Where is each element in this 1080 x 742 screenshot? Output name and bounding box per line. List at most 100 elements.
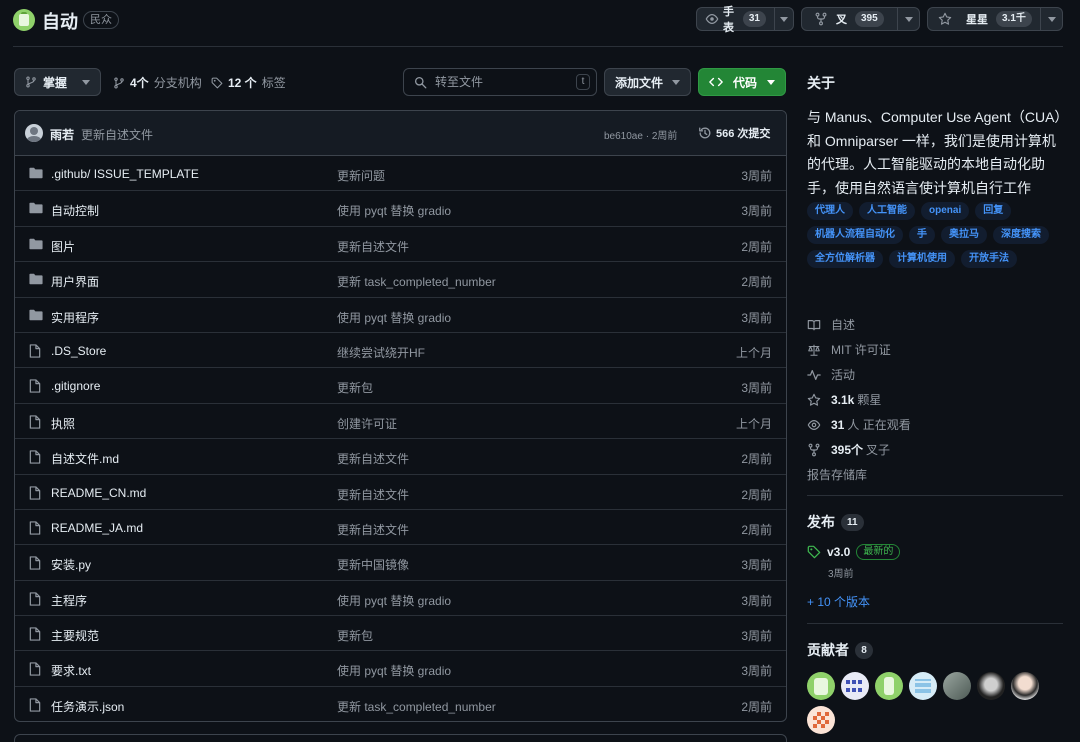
file-row[interactable]: README_CN.md 更新自述文件 2周前 [15, 475, 786, 510]
file-name[interactable]: 主程序 [51, 592, 87, 609]
file-row[interactable]: 主要规范 更新包 3周前 [15, 616, 786, 652]
file-row[interactable]: 自述文件.md 更新自述文件 2周前 [15, 439, 786, 475]
code-button[interactable]: 代码 [698, 68, 786, 96]
file-name[interactable]: 实用程序 [51, 309, 99, 326]
file-name[interactable]: 自动控制 [51, 202, 99, 219]
file-commit-message[interactable]: 更新自述文件 [337, 238, 409, 255]
watchers-link[interactable]: 31 人 正在观看 [807, 412, 911, 437]
file-row[interactable]: .gitignore 更新包 3周前 [15, 368, 786, 404]
file-row[interactable]: README_JA.md 更新自述文件 2周前 [15, 510, 786, 546]
contributors-heading[interactable]: 贡献者 8 [807, 640, 873, 660]
topic-tag[interactable]: 深度搜索 [993, 226, 1049, 244]
fork-dropdown[interactable] [897, 8, 919, 30]
topic-tag[interactable]: 手 [909, 226, 935, 244]
topic-tag[interactable]: 开放手法 [961, 250, 1017, 268]
contributor-avatar[interactable] [977, 672, 1005, 700]
commit-author-avatar[interactable] [25, 124, 43, 142]
directory-row[interactable]: .github/ ISSUE_TEMPLATE 更新问题 3周前 [15, 156, 786, 192]
watch-dropdown[interactable] [773, 8, 793, 30]
file-commit-message[interactable]: 更新 task_completed_number [337, 698, 496, 715]
directory-row[interactable]: 用户界面 更新 task_completed_number 2周前 [15, 262, 786, 298]
star-dropdown[interactable] [1040, 8, 1062, 30]
file-commit-message[interactable]: 更新问题 [337, 167, 385, 184]
file-commit-message[interactable]: 更新包 [337, 627, 373, 644]
file-name[interactable]: 用户界面 [51, 273, 99, 290]
commit-message[interactable]: 更新自述文件 [81, 126, 153, 143]
topic-tag[interactable]: 回复 [975, 202, 1012, 220]
report-repository-link[interactable]: 报告存储库 [807, 462, 911, 487]
branch-selector[interactable]: 掌握 [14, 68, 101, 96]
license-link[interactable]: MIT 许可证 [807, 337, 911, 362]
readme-link[interactable]: 自述 [807, 312, 911, 337]
file-commit-message[interactable]: 更新中国镜像 [337, 556, 409, 573]
file-commit-message[interactable]: 使用 pyqt 替换 gradio [337, 309, 451, 326]
file-name[interactable]: 图片 [51, 238, 75, 255]
topic-tag[interactable]: 人工智能 [859, 202, 915, 220]
goto-file-search[interactable]: t [403, 68, 597, 96]
repo-name[interactable]: 自动 [42, 8, 78, 34]
commit-hash-time[interactable]: be610ae · 2周前 [604, 127, 677, 142]
topic-tag[interactable]: 代理人 [807, 202, 853, 220]
commit-author[interactable]: 雨若 [50, 126, 74, 143]
file-commit-message[interactable]: 使用 pyqt 替换 gradio [337, 202, 451, 219]
add-file-button[interactable]: 添加文件 [604, 68, 691, 96]
latest-release[interactable]: v3.0 最新的 [807, 544, 901, 560]
file-name[interactable]: 安装.py [51, 556, 91, 573]
file-name[interactable]: 要求.txt [51, 662, 91, 679]
file-row[interactable]: .DS_Store 继续尝试绕开HF 上个月 [15, 333, 786, 369]
fork-button[interactable]: 叉 395 [801, 7, 920, 31]
repo-owner-avatar[interactable] [13, 9, 35, 31]
goto-file-input[interactable] [435, 75, 568, 89]
directory-row[interactable]: 图片 更新自述文件 2周前 [15, 227, 786, 263]
file-commit-message[interactable]: 使用 pyqt 替换 gradio [337, 662, 451, 679]
file-name[interactable]: 执照 [51, 415, 75, 432]
topic-tag[interactable]: 全方位解析器 [807, 250, 883, 268]
contributor-avatar[interactable] [909, 672, 937, 700]
directory-row[interactable]: 自动控制 使用 pyqt 替换 gradio 3周前 [15, 191, 786, 227]
topic-tag[interactable]: openai [921, 202, 970, 220]
file-commit-message[interactable]: 更新自述文件 [337, 521, 409, 538]
caret-down-icon [1047, 16, 1056, 22]
commit-history-link[interactable]: 566 次提交 [698, 125, 770, 141]
watch-button[interactable]: 手表 31 [696, 6, 794, 34]
contributor-avatar[interactable] [841, 672, 869, 700]
file-name[interactable]: .github/ ISSUE_TEMPLATE [51, 167, 199, 181]
file-name[interactable]: 任务演示.json [51, 698, 124, 715]
file-row[interactable]: 执照 创建许可证 上个月 [15, 404, 786, 440]
contributor-avatar[interactable] [807, 706, 835, 734]
file-commit-message[interactable]: 更新包 [337, 379, 373, 396]
file-commit-message[interactable]: 使用 pyqt 替换 gradio [337, 592, 451, 609]
contributor-avatar[interactable] [943, 672, 971, 700]
contributor-avatar[interactable] [1011, 672, 1039, 700]
topic-tag[interactable]: 计算机使用 [889, 250, 955, 268]
file-row[interactable]: 主程序 使用 pyqt 替换 gradio 3周前 [15, 581, 786, 617]
file-name[interactable]: .DS_Store [51, 344, 106, 358]
activity-link[interactable]: 活动 [807, 362, 911, 387]
file-commit-message[interactable]: 继续尝试绕开HF [337, 344, 425, 361]
file-name[interactable]: README_CN.md [51, 486, 146, 500]
file-name[interactable]: README_JA.md [51, 521, 143, 535]
file-commit-message[interactable]: 更新自述文件 [337, 450, 409, 467]
file-row[interactable]: 安装.py 更新中国镜像 3周前 [15, 545, 786, 581]
directory-row[interactable]: 实用程序 使用 pyqt 替换 gradio 3周前 [15, 298, 786, 333]
file-commit-message[interactable]: 更新自述文件 [337, 486, 409, 503]
file-row[interactable]: 要求.txt 使用 pyqt 替换 gradio 3周前 [15, 651, 786, 687]
file-name[interactable]: 自述文件.md [51, 450, 119, 467]
more-releases-link[interactable]: + 10 个版本 [807, 593, 870, 610]
forks-link[interactable]: 395个 叉子 [807, 437, 911, 462]
topic-tag[interactable]: 机器人流程自动化 [807, 226, 903, 244]
topic-tag[interactable]: 奥拉马 [941, 226, 987, 244]
file-commit-message[interactable]: 更新 task_completed_number [337, 273, 496, 290]
file-name[interactable]: 主要规范 [51, 627, 99, 644]
tags-link[interactable]: 12 个 标签 [211, 74, 286, 91]
branches-link[interactable]: 4个 分支机构 [113, 74, 202, 91]
star-button[interactable]: 星星 3.1千 [927, 7, 1063, 31]
file-name[interactable]: .gitignore [51, 379, 100, 393]
contributor-avatar[interactable] [807, 672, 835, 700]
stars-link[interactable]: 3.1k 颗星 [807, 387, 911, 412]
contributor-avatar[interactable] [875, 672, 903, 700]
file-commit-message[interactable]: 创建许可证 [337, 415, 397, 432]
file-icon [29, 450, 41, 464]
releases-heading[interactable]: 发布 11 [807, 512, 864, 532]
file-row[interactable]: 任务演示.json 更新 task_completed_number 2周前 [15, 687, 786, 721]
